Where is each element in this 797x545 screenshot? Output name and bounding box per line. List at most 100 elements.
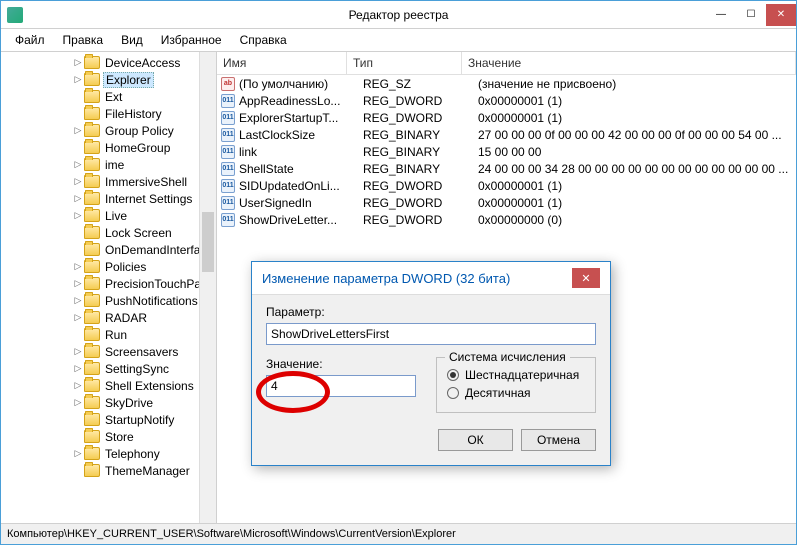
menu-help[interactable]: Справка <box>232 31 295 49</box>
folder-icon <box>84 464 100 477</box>
value-name: SIDUpdatedOnLi... <box>239 179 363 193</box>
minimize-button[interactable]: — <box>706 4 736 26</box>
folder-icon <box>84 396 100 409</box>
col-header-name[interactable]: Имя <box>217 52 347 74</box>
folder-icon <box>84 107 100 120</box>
tree-item[interactable]: HomeGroup <box>1 139 216 156</box>
value-row[interactable]: 011ShowDriveLetter...REG_DWORD0x00000000… <box>217 211 796 228</box>
tree-item[interactable]: OnDemandInterfac <box>1 241 216 258</box>
value-type: REG_DWORD <box>363 111 478 125</box>
arrow-right-icon[interactable]: ▷ <box>73 346 83 357</box>
value-row[interactable]: 011AppReadinessLo...REG_DWORD0x00000001 … <box>217 92 796 109</box>
arrow-right-icon[interactable]: ▷ <box>73 278 83 289</box>
tree-item[interactable]: ▷SettingSync <box>1 360 216 377</box>
arrow-right-icon[interactable]: ▷ <box>73 125 83 136</box>
maximize-button[interactable]: ☐ <box>736 4 766 26</box>
menu-edit[interactable]: Правка <box>55 31 112 49</box>
menu-favorites[interactable]: Избранное <box>153 31 230 49</box>
folder-icon <box>84 328 100 341</box>
tree-item-label: Run <box>103 328 129 342</box>
tree-scrollbar[interactable] <box>199 52 216 523</box>
col-header-type[interactable]: Тип <box>347 52 462 74</box>
value-name: ExplorerStartupT... <box>239 111 363 125</box>
tree-item[interactable]: ThemeManager <box>1 462 216 479</box>
tree-item-label: Explorer <box>103 72 154 88</box>
tree-item[interactable]: ▷Policies <box>1 258 216 275</box>
arrow-right-icon[interactable]: ▷ <box>73 176 83 187</box>
tree-item[interactable]: ▷ Internet Settings <box>1 190 216 207</box>
tree-item[interactable]: ▷Group Policy <box>1 122 216 139</box>
tree-item[interactable]: ▷Screensavers <box>1 343 216 360</box>
arrow-right-icon[interactable]: ▷ <box>73 363 83 374</box>
value-row[interactable]: 011ExplorerStartupT...REG_DWORD0x0000000… <box>217 109 796 126</box>
arrow-right-icon[interactable]: ▷ <box>73 74 83 85</box>
value-type: REG_SZ <box>363 77 478 91</box>
tree-item[interactable]: ▷ImmersiveShell <box>1 173 216 190</box>
tree-item[interactable]: ▷PushNotifications <box>1 292 216 309</box>
tree-item[interactable]: ▷Shell Extensions <box>1 377 216 394</box>
value-row[interactable]: 011SIDUpdatedOnLi...REG_DWORD0x00000001 … <box>217 177 796 194</box>
close-button[interactable]: ✕ <box>766 4 796 26</box>
folder-icon <box>84 226 100 239</box>
tree-item-label: Store <box>103 430 136 444</box>
binary-value-icon: 011 <box>221 196 235 210</box>
arrow-right-icon[interactable]: ▷ <box>73 210 83 221</box>
value-row[interactable]: 011ShellStateREG_BINARY24 00 00 00 34 28… <box>217 160 796 177</box>
value-input[interactable] <box>266 375 416 397</box>
tree-item[interactable]: ▷ Explorer <box>1 71 216 88</box>
arrow-right-icon[interactable]: ▷ <box>73 159 83 170</box>
tree-item-label: Internet Settings <box>103 192 194 206</box>
value-row[interactable]: 011LastClockSizeREG_BINARY27 00 00 00 0f… <box>217 126 796 143</box>
tree-item[interactable]: ▷SkyDrive <box>1 394 216 411</box>
value-type: REG_BINARY <box>363 145 478 159</box>
folder-icon <box>84 260 100 273</box>
folder-icon <box>84 243 100 256</box>
tree-item[interactable]: StartupNotify <box>1 411 216 428</box>
folder-icon <box>84 430 100 443</box>
titlebar: Редактор реестра — ☐ ✕ <box>1 1 796 29</box>
arrow-right-icon[interactable]: ▷ <box>73 448 83 459</box>
arrow-right-icon[interactable]: ▷ <box>73 295 83 306</box>
tree-item[interactable]: ▷Telephony <box>1 445 216 462</box>
arrow-right-icon[interactable]: ▷ <box>73 312 83 323</box>
folder-icon <box>84 277 100 290</box>
value-type: REG_DWORD <box>363 196 478 210</box>
radio-dec[interactable]: Десятичная <box>447 386 585 400</box>
tree-item[interactable]: Ext <box>1 88 216 105</box>
arrow-right-icon[interactable]: ▷ <box>73 261 83 272</box>
value-type: REG_DWORD <box>363 179 478 193</box>
cancel-button[interactable]: Отмена <box>521 429 596 451</box>
tree-item[interactable]: ▷PrecisionTouchPa <box>1 275 216 292</box>
tree-item[interactable]: Run <box>1 326 216 343</box>
tree-item[interactable]: ▷ime <box>1 156 216 173</box>
arrow-right-icon[interactable]: ▷ <box>73 397 83 408</box>
folder-icon <box>84 294 100 307</box>
value-data: 27 00 00 00 0f 00 00 00 42 00 00 00 0f 0… <box>478 128 796 142</box>
folder-icon <box>84 311 100 324</box>
base-group: Система исчисления Шестнадцатеричная Дес… <box>436 357 596 413</box>
col-header-value[interactable]: Значение <box>462 52 796 74</box>
value-row[interactable]: 011UserSignedInREG_DWORD0x00000001 (1) <box>217 194 796 211</box>
window-buttons: — ☐ ✕ <box>706 4 796 26</box>
tree-item[interactable]: ▷DeviceAccess <box>1 54 216 71</box>
ok-button[interactable]: ОК <box>438 429 513 451</box>
arrow-right-icon[interactable]: ▷ <box>73 380 83 391</box>
arrow-right-icon[interactable]: ▷ <box>73 193 83 204</box>
radio-hex[interactable]: Шестнадцатеричная <box>447 368 585 382</box>
tree-item-label: StartupNotify <box>103 413 176 427</box>
tree-item[interactable]: ▷Live <box>1 207 216 224</box>
tree-item[interactable]: ▷RADAR <box>1 309 216 326</box>
statusbar: Компьютер\HKEY_CURRENT_USER\Software\Mic… <box>1 524 796 544</box>
tree-item[interactable]: Lock Screen <box>1 224 216 241</box>
arrow-right-icon[interactable]: ▷ <box>73 57 83 68</box>
value-row[interactable]: ab(По умолчанию)REG_SZ(значение не присв… <box>217 75 796 92</box>
menu-view[interactable]: Вид <box>113 31 151 49</box>
value-data: 15 00 00 00 <box>478 145 796 159</box>
tree-item[interactable]: Store <box>1 428 216 445</box>
tree-item-label: FileHistory <box>103 107 164 121</box>
tree-item-label: ThemeManager <box>103 464 192 478</box>
dialog-close-button[interactable]: ✕ <box>572 268 600 288</box>
tree-item[interactable]: FileHistory <box>1 105 216 122</box>
value-row[interactable]: 011linkREG_BINARY15 00 00 00 <box>217 143 796 160</box>
menu-file[interactable]: Файл <box>7 31 53 49</box>
